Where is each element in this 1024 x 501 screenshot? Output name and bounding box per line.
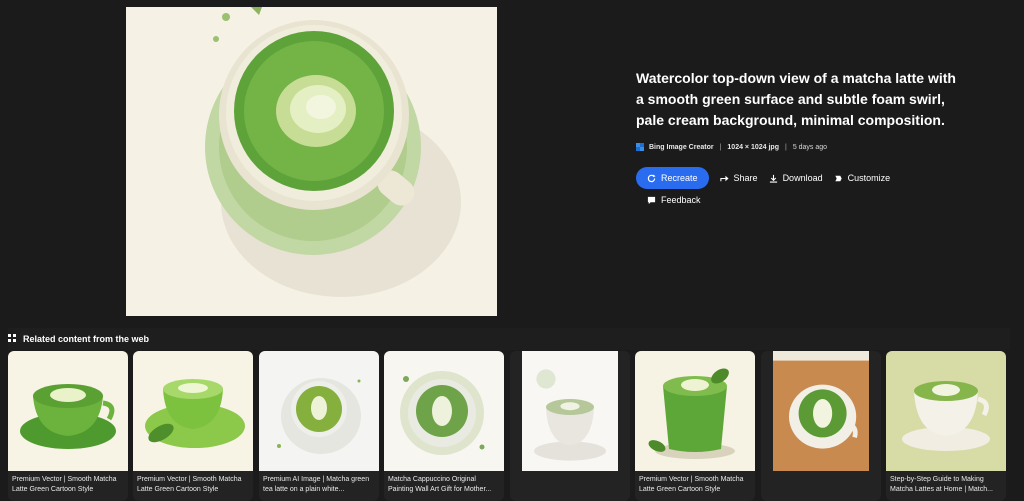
recreate-button[interactable]: Recreate — [636, 167, 709, 189]
related-thumbnail[interactable] — [761, 351, 881, 471]
related-caption[interactable]: Premium Vector | Smooth Matcha Latte Gre… — [639, 475, 753, 495]
download-icon — [769, 174, 778, 183]
related-caption[interactable]: Matcha Cappuccino Original Painting Wall… — [388, 475, 502, 495]
related-thumbnail[interactable] — [259, 351, 379, 471]
share-icon — [719, 174, 729, 183]
customize-label: Customize — [847, 173, 891, 183]
related-thumbnail[interactable] — [8, 351, 128, 471]
related-content-header: Related content from the web — [8, 328, 1010, 350]
related-thumbnail[interactable] — [133, 351, 253, 471]
related-thumbnail[interactable] — [384, 351, 504, 471]
image-meta: Bing Image Creator | 1024 × 1024 jpg | 5… — [636, 141, 966, 153]
related-card[interactable]: Premium AI Image | Matcha green tea latt… — [259, 351, 379, 501]
recreate-label: Recreate — [661, 173, 698, 183]
dimensions-label: 1024 × 1024 jpg — [727, 143, 779, 151]
meta-separator: | — [719, 143, 722, 151]
feedback-label: Feedback — [661, 195, 701, 205]
customize-button[interactable]: Customize — [834, 173, 891, 183]
related-thumbnail[interactable] — [886, 351, 1006, 471]
related-card[interactable]: Matcha Cappuccino Original Painting Wall… — [384, 351, 504, 501]
related-card[interactable]: Premium Vector | Smooth Matcha Latte Gre… — [635, 351, 755, 501]
related-caption[interactable]: Premium Vector | Smooth Matcha Latte Gre… — [12, 475, 126, 495]
image-title: Watercolor top-down view of a matcha lat… — [636, 70, 956, 128]
details-panel: Watercolor top-down view of a matcha lat… — [636, 68, 966, 205]
related-thumbnail[interactable] — [510, 351, 630, 471]
main-image[interactable] — [126, 7, 497, 316]
meta-separator: | — [784, 143, 787, 151]
related-card[interactable]: Step-by-Step Guide to Making Matcha Latt… — [886, 351, 1006, 501]
download-label: Download — [782, 173, 823, 183]
share-label: Share — [733, 173, 758, 183]
refresh-icon — [647, 173, 656, 183]
related-card[interactable] — [761, 351, 881, 501]
action-bar: Recreate Share Download Customize — [636, 167, 966, 189]
related-card[interactable]: Premium Vector | Smooth Matcha Latte Gre… — [8, 351, 128, 501]
related-heading: Related content from the web — [23, 334, 150, 344]
bing-logo-icon — [636, 143, 644, 151]
source-label[interactable]: Bing Image Creator — [649, 144, 714, 151]
download-button[interactable]: Download — [769, 173, 823, 183]
related-card[interactable]: Premium Vector | Smooth Matcha Latte Gre… — [133, 351, 253, 501]
grid-icon — [8, 334, 16, 344]
related-caption[interactable]: Premium AI Image | Matcha green tea latt… — [263, 475, 377, 495]
related-thumbnail[interactable] — [635, 351, 755, 471]
related-caption[interactable]: Premium Vector | Smooth Matcha Latte Gre… — [137, 475, 251, 495]
customize-icon — [834, 174, 843, 183]
related-caption[interactable]: Step-by-Step Guide to Making Matcha Latt… — [890, 475, 1004, 495]
share-button[interactable]: Share — [719, 173, 758, 183]
feedback-button[interactable]: Feedback — [647, 195, 966, 205]
feedback-icon — [647, 196, 656, 205]
age-label: 5 days ago — [792, 143, 828, 151]
related-card[interactable] — [510, 351, 630, 501]
